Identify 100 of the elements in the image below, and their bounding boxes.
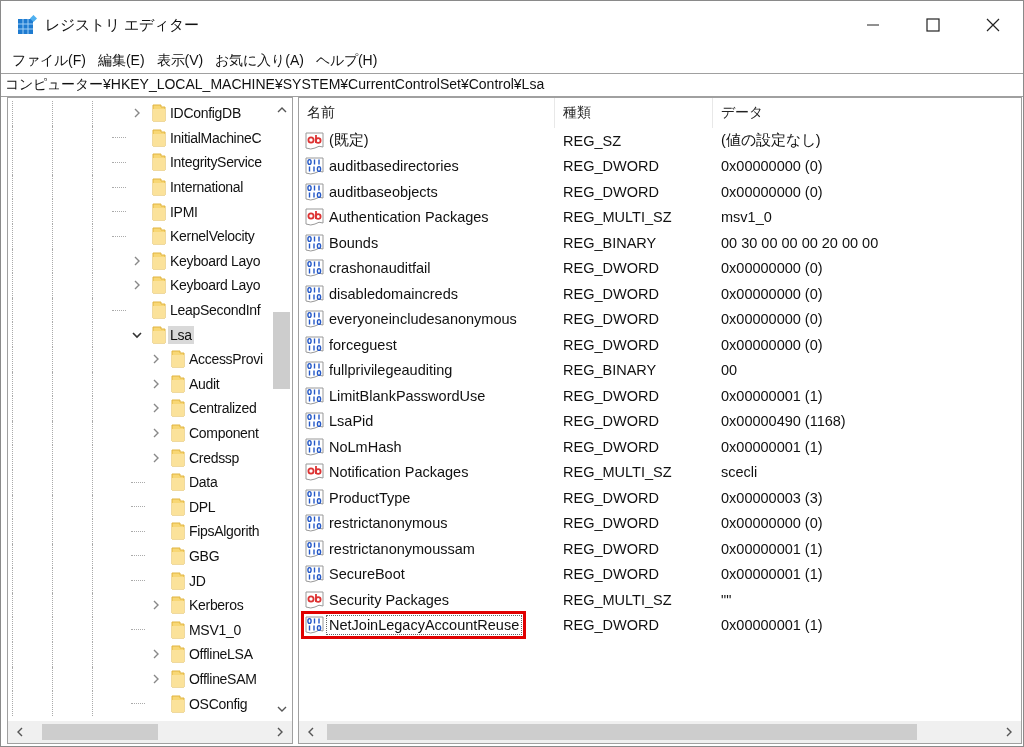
value-type: REG_DWORD: [562, 540, 660, 557]
value-type: REG_BINARY: [562, 234, 658, 251]
close-icon: [986, 18, 1000, 32]
value-data: 0x00000490 (1168): [720, 413, 847, 430]
tree-item[interactable]: FipsAlgorith: [187, 522, 262, 541]
value-type: REG_DWORD: [562, 515, 660, 532]
value-data: 0x00000000 (0): [720, 158, 824, 175]
scroll-thumb[interactable]: [42, 724, 158, 740]
binary-value-icon: [305, 283, 325, 304]
tree-item[interactable]: OSConfig: [187, 694, 250, 713]
tree-item[interactable]: KernelVelocity: [168, 227, 257, 246]
value-data: 0x00000001 (1): [720, 540, 824, 557]
value-data: 0x00000000 (0): [720, 336, 824, 353]
folder-icon: [171, 399, 185, 418]
tree-item[interactable]: Component: [187, 424, 261, 442]
column-header[interactable]: データ: [713, 98, 1021, 128]
value-type: REG_DWORD: [562, 336, 660, 353]
folder-icon: [152, 178, 166, 197]
tree-item[interactable]: MSV1_0: [187, 620, 243, 639]
tree-item[interactable]: Kerberos: [187, 596, 246, 615]
value-data: 00 30 00 00 00 20 00 00: [720, 234, 880, 251]
tree-item[interactable]: IDConfigDB: [168, 104, 243, 123]
tree-item[interactable]: Keyboard Layo: [168, 276, 263, 295]
folder-icon: [171, 424, 185, 442]
value-data: (値の設定なし): [720, 131, 822, 151]
folder-icon: [171, 497, 185, 516]
value-data: 0x00000001 (1): [720, 617, 824, 634]
maximize-icon: [926, 18, 940, 32]
address-field[interactable]: コンピューター¥HKEY_LOCAL_MACHINE¥SYSTEM¥CurrentControlSet¥Control¥Lsa: [1, 73, 1023, 97]
binary-value-icon: [305, 309, 325, 330]
value-data: 0x00000000 (0): [720, 183, 824, 200]
value-type: REG_DWORD: [562, 285, 660, 302]
tree-item[interactable]: LeapSecondInf: [168, 301, 263, 320]
horizontal-scrollbar[interactable]: [299, 721, 1021, 743]
value-data: "": [720, 591, 733, 608]
folder-icon: [152, 301, 166, 320]
tree-item[interactable]: IPMI: [168, 202, 200, 221]
folder-icon: [171, 571, 185, 590]
tree-item[interactable]: Credssp: [187, 448, 242, 467]
value-type: REG_MULTI_SZ: [562, 209, 673, 226]
column-header[interactable]: 種類: [555, 98, 713, 128]
binary-value-icon: [305, 513, 325, 534]
binary-value-icon: [305, 487, 325, 508]
scroll-thumb[interactable]: [327, 724, 917, 740]
tree-item[interactable]: Data: [187, 473, 220, 492]
tree-item[interactable]: OfflineLSA: [187, 645, 255, 664]
folder-icon: [171, 522, 185, 541]
value-type: REG_DWORD: [562, 438, 660, 455]
value-data: scecli: [720, 464, 759, 481]
menu-item[interactable]: 表示(V): [151, 52, 209, 70]
tree-item[interactable]: International: [168, 178, 246, 197]
tree-item[interactable]: JD: [187, 571, 208, 590]
value-data: 0x00000001 (1): [720, 387, 824, 404]
column-header[interactable]: 名前: [299, 98, 555, 128]
horizontal-scrollbar[interactable]: [8, 721, 292, 743]
menu-item[interactable]: ヘルプ(H): [310, 52, 383, 70]
value-type: REG_SZ: [562, 132, 622, 149]
folder-icon: [152, 227, 166, 246]
folder-icon: [171, 620, 185, 639]
folder-icon: [152, 128, 166, 147]
folder-icon: [171, 473, 185, 492]
tree-item[interactable]: Audit: [187, 374, 222, 393]
tree-item[interactable]: Centralized: [187, 399, 259, 418]
menu-item[interactable]: 編集(E): [92, 52, 150, 70]
value-type: REG_MULTI_SZ: [562, 464, 673, 481]
tree-item[interactable]: DPL: [187, 497, 218, 516]
folder-icon: [152, 251, 166, 270]
folder-icon: [152, 153, 166, 172]
string-value-icon: [305, 207, 325, 228]
folder-icon: [171, 645, 185, 664]
folder-icon: [171, 547, 185, 565]
folder-icon: [152, 104, 166, 123]
binary-value-icon: [305, 538, 325, 559]
tree-item[interactable]: AccessProvi: [187, 350, 265, 369]
tree-item[interactable]: InitialMachineC: [168, 128, 264, 147]
tree-item[interactable]: IntegrityService: [168, 153, 264, 172]
binary-value-icon: [305, 334, 325, 355]
scroll-thumb[interactable]: [273, 312, 290, 389]
binary-value-icon: [305, 360, 325, 381]
tree-item[interactable]: GBG: [187, 547, 222, 565]
tree-item[interactable]: Keyboard Layo: [168, 251, 263, 270]
menu-item[interactable]: お気に入り(A): [210, 52, 309, 70]
binary-value-icon: [305, 564, 325, 585]
menu-item[interactable]: ファイル(F): [7, 52, 91, 70]
tree-item[interactable]: Lsa: [168, 325, 194, 344]
value-name[interactable]: NetJoinLegacyAccountReuse: [301, 611, 527, 640]
folder-icon: [171, 350, 185, 369]
value-type: REG_DWORD: [562, 413, 660, 430]
value-type: REG_DWORD: [562, 387, 660, 404]
value-type: REG_MULTI_SZ: [562, 591, 673, 608]
value-data: msv1_0: [720, 209, 773, 226]
string-value-icon: [305, 130, 325, 151]
folder-icon: [152, 202, 166, 221]
binary-value-icon: [305, 232, 325, 253]
binary-value-icon: [305, 411, 325, 432]
folder-icon: [171, 374, 185, 393]
folder-icon: [171, 694, 185, 713]
tree-item[interactable]: OfflineSAM: [187, 669, 259, 688]
folder-icon: [152, 325, 166, 344]
value-data: 0x00000000 (0): [720, 311, 824, 328]
